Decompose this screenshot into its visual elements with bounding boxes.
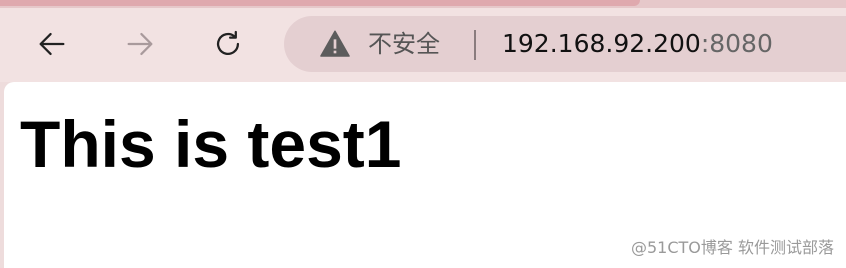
address-bar[interactable]: 不安全 192.168.92.200:8080 bbox=[284, 16, 846, 72]
url-text[interactable]: 192.168.92.200:8080 bbox=[502, 30, 773, 58]
page-heading: This is test1 bbox=[20, 107, 402, 181]
url-host: 192.168.92.200 bbox=[502, 29, 701, 58]
url-port: :8080 bbox=[700, 29, 773, 58]
arrow-right-icon bbox=[127, 32, 153, 56]
security-status-label[interactable]: 不安全 bbox=[368, 30, 440, 58]
arrow-left-icon bbox=[39, 32, 65, 56]
active-tab[interactable] bbox=[0, 0, 640, 6]
reload-icon bbox=[216, 30, 240, 55]
forward-button[interactable] bbox=[120, 24, 160, 64]
watermark: @51CTO博客 软件测试部落 bbox=[631, 238, 834, 257]
omnibox-divider bbox=[474, 30, 476, 60]
back-button[interactable] bbox=[32, 24, 72, 64]
warning-icon[interactable] bbox=[318, 28, 352, 60]
tab-strip bbox=[0, 0, 846, 8]
reload-button[interactable] bbox=[208, 24, 248, 64]
browser-toolbar: 不安全 192.168.92.200:8080 bbox=[0, 8, 846, 82]
page-content: This is test1 @51CTO博客 软件测试部落 bbox=[4, 82, 846, 268]
